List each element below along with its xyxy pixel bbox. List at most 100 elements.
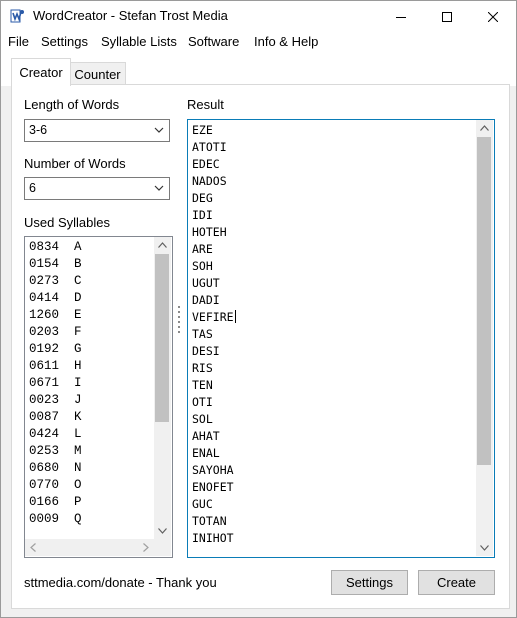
scroll-left-arrow[interactable] — [25, 539, 41, 555]
creator-panel: Length of Words 3-6 Number of Words 6 Us… — [11, 84, 510, 609]
tab-creator[interactable]: Creator — [11, 58, 71, 86]
result-word: ATOTI — [192, 140, 227, 154]
menu-software[interactable]: Software — [188, 34, 239, 49]
syllable-count: 0770 — [29, 478, 60, 492]
result-word: OTI — [192, 395, 213, 409]
syllable-letter: G — [74, 342, 82, 356]
result-word: SAYOHA — [192, 463, 234, 477]
number-of-words-select[interactable]: 6 — [24, 177, 170, 200]
syllable-list-item[interactable]: 0154 B — [29, 257, 82, 274]
syllable-list-item[interactable]: 0166 P — [29, 495, 82, 512]
result-word: EDEC — [192, 157, 220, 171]
syllable-letter: Q — [74, 512, 82, 526]
menu-info-help[interactable]: Info & Help — [254, 34, 318, 49]
result-word: DESI — [192, 344, 220, 358]
syllable-list-item[interactable]: 0009 Q — [29, 512, 82, 529]
result-scroll-thumb[interactable] — [477, 137, 491, 465]
syllable-letter: N — [74, 461, 82, 475]
settings-button[interactable]: Settings — [331, 570, 408, 595]
scroll-up-arrow[interactable] — [154, 237, 170, 253]
text-caret — [234, 310, 236, 323]
syllables-horizontal-scrollbar[interactable] — [25, 539, 154, 556]
syllable-letter: O — [74, 478, 82, 492]
menu-file[interactable]: File — [8, 34, 29, 49]
syllable-list-item[interactable]: 0680 N — [29, 461, 82, 478]
result-textarea[interactable]: EZE ATOTI EDEC NADOS DEG IDI HOTEH ARE SOH UGUT DA… — [187, 119, 495, 558]
menu-settings[interactable]: Settings — [41, 34, 88, 49]
tab-counter[interactable]: Counter — [69, 62, 126, 85]
splitter-grip[interactable] — [178, 306, 181, 340]
result-word: ENOFET — [192, 480, 234, 494]
result-word: UGUT — [192, 276, 220, 290]
result-word-text: DADI — [192, 293, 220, 307]
scroll-right-arrow[interactable] — [138, 539, 154, 555]
syllable-list-item[interactable]: 0611 H — [29, 359, 82, 376]
result-word-text: ENOFET — [192, 480, 234, 494]
syllable-list-item[interactable]: 0414 D — [29, 291, 82, 308]
chevron-down-icon — [154, 185, 164, 191]
syllable-list-item[interactable]: 0273 C — [29, 274, 82, 291]
syllable-count: 0154 — [29, 257, 60, 271]
result-word: VEFIRE — [192, 310, 236, 324]
syllable-list-item[interactable]: 1260 E — [29, 308, 82, 325]
result-word-text: SOH — [192, 259, 213, 273]
syllable-letter: M — [74, 444, 82, 458]
syllable-letter: A — [74, 240, 82, 254]
close-button[interactable] — [470, 1, 516, 32]
syllable-count: 0203 — [29, 325, 60, 339]
result-word: SOH — [192, 259, 213, 273]
syllable-list-item[interactable]: 0253 M — [29, 444, 82, 461]
result-word-text: UGUT — [192, 276, 220, 290]
syllables-scroll-thumb[interactable] — [155, 254, 169, 422]
syllable-list-item[interactable]: 0087 K — [29, 410, 82, 427]
used-syllables-label: Used Syllables — [24, 215, 110, 230]
syllable-list-item[interactable]: 0203 F — [29, 325, 82, 342]
result-word-text: RIS — [192, 361, 213, 375]
syllables-vertical-scrollbar[interactable] — [154, 237, 171, 539]
length-of-words-select[interactable]: 3-6 — [24, 119, 170, 142]
result-word-text: TAS — [192, 327, 213, 341]
menu-syllable-lists[interactable]: Syllable Lists — [101, 34, 177, 49]
title-bar[interactable]: WordCreator - Stefan Trost Media — [1, 1, 516, 32]
syllable-letter: L — [74, 427, 82, 441]
result-word-text: TEN — [192, 378, 213, 392]
length-of-words-value: 3-6 — [29, 123, 48, 137]
result-word: IDI — [192, 208, 213, 222]
scrollbar-corner — [154, 539, 171, 556]
result-word-text: GUC — [192, 497, 213, 511]
minimize-button[interactable] — [378, 1, 424, 32]
syllable-count: 0424 — [29, 427, 60, 441]
result-word-text: IDI — [192, 208, 213, 222]
chevron-down-icon — [157, 528, 167, 534]
syllable-letter: P — [74, 495, 82, 509]
syllable-list-item[interactable]: 0770 O — [29, 478, 82, 495]
result-word-text: ENAL — [192, 446, 220, 460]
scroll-down-arrow[interactable] — [154, 523, 170, 539]
scroll-up-arrow[interactable] — [476, 120, 492, 136]
syllable-list-item[interactable]: 0023 J — [29, 393, 82, 410]
chevron-left-icon — [30, 542, 36, 552]
syllable-letter: F — [74, 325, 82, 339]
syllable-count: 0611 — [29, 359, 60, 373]
chevron-up-icon — [479, 125, 489, 131]
result-word: EZE — [192, 123, 213, 137]
maximize-button[interactable] — [424, 1, 470, 32]
result-word-text: EZE — [192, 123, 213, 137]
syllable-list-item[interactable]: 0671 I — [29, 376, 82, 393]
result-word-text: VEFIRE — [192, 310, 234, 324]
used-syllables-list[interactable]: 0834 A 0154 B 0273 C 0414 D 1260 E 0203 F 0192… — [24, 236, 173, 558]
scroll-down-arrow[interactable] — [476, 540, 492, 556]
syllable-list-item[interactable]: 0424 L — [29, 427, 82, 444]
syllable-list-item[interactable]: 0192 G — [29, 342, 82, 359]
create-button[interactable]: Create — [418, 570, 495, 595]
result-word-text: OTI — [192, 395, 213, 409]
syllable-list-item[interactable]: 0834 A — [29, 240, 82, 257]
number-of-words-label: Number of Words — [24, 156, 126, 171]
result-word: SOL — [192, 412, 213, 426]
result-word-text: EDEC — [192, 157, 220, 171]
syllable-count: 0023 — [29, 393, 60, 407]
result-word: RIS — [192, 361, 213, 375]
syllable-count: 0253 — [29, 444, 60, 458]
donate-text: sttmedia.com/donate - Thank you — [24, 575, 217, 590]
result-vertical-scrollbar[interactable] — [476, 120, 493, 556]
